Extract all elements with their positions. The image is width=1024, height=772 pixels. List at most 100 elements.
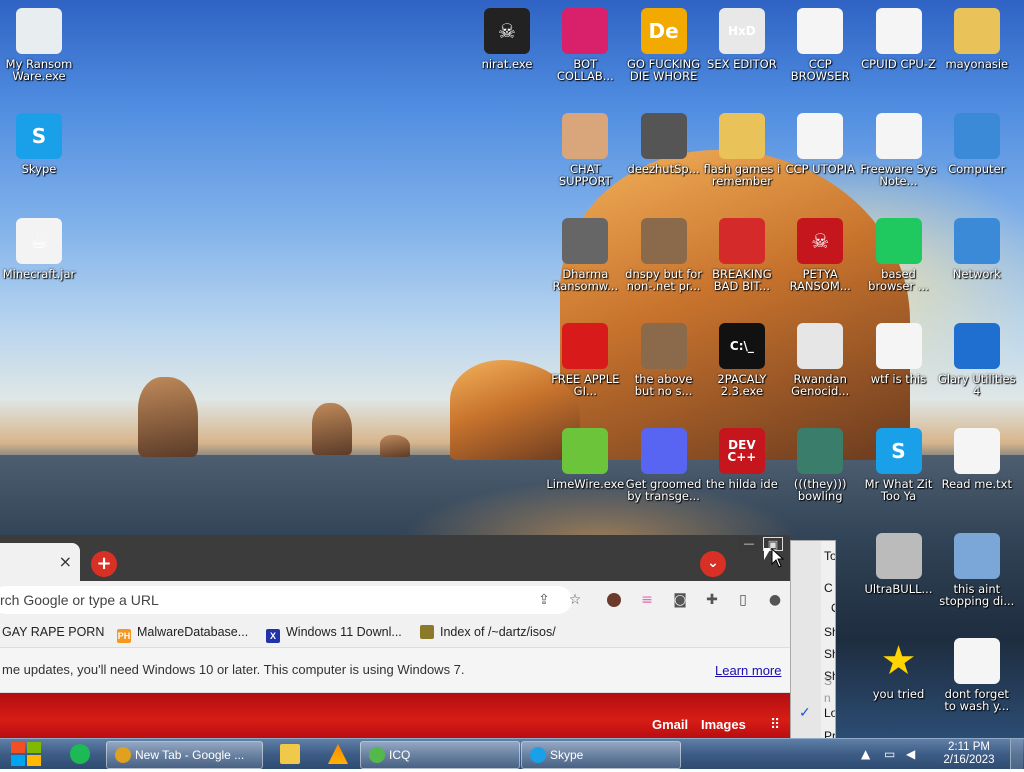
app-icon [797, 428, 844, 474]
desktop-icon-label: GO FUCKING DIE WHORE [627, 57, 701, 83]
desktop-icon[interactable]: this aint stopping di... [938, 533, 1016, 607]
desktop-icon[interactable]: DEV C++ the hilda ide [703, 428, 781, 490]
desktop-icon[interactable]: ★ you tried [860, 638, 938, 700]
desktop-icon[interactable]: Network [938, 218, 1016, 280]
taskbar-button[interactable]: ICQ [360, 741, 520, 769]
desktop-icon-label: (((they))) bowling [793, 477, 847, 503]
desktop-icon[interactable]: C:\_ 2PACALY 2.3.exe [703, 323, 781, 397]
desktop-icon-label: the hilda ide [706, 477, 778, 491]
context-menu-item[interactable]: C [824, 581, 833, 595]
context-menu-item[interactable]: Sh [824, 647, 835, 661]
show-desktop-button[interactable] [1010, 739, 1023, 769]
bookmark-item[interactable]: X Windows 11 Downl... [266, 625, 402, 643]
taskbar-button-label: New Tab - Google ... [135, 748, 245, 762]
new-tab-button[interactable]: + [91, 551, 117, 577]
desktop-icon[interactable]: CCP UTOPIA [781, 113, 859, 175]
explorer-pinned-icon[interactable] [280, 744, 300, 764]
context-menu-item[interactable]: To [824, 549, 835, 563]
desktop-icon[interactable]: flash games i remember [703, 113, 781, 187]
context-menu-item[interactable]: S [824, 674, 832, 688]
desktop-icon[interactable]: ☠ nirat.exe [468, 8, 546, 70]
app-icon [640, 113, 687, 159]
app-icon [953, 638, 1000, 684]
volume-tray-icon[interactable]: ◀ [906, 747, 915, 761]
vlc-pinned-icon[interactable] [328, 744, 348, 764]
system-clock[interactable]: 2:11 PM 2/16/2023 [938, 741, 1000, 767]
tab-close-icon[interactable]: × [59, 552, 72, 571]
desktop-icon[interactable]: S Mr What Zit Too Ya [860, 428, 938, 502]
app-icon [875, 218, 922, 264]
desktop-icon-label: Rwandan Genocid... [791, 372, 850, 398]
desktop-icon[interactable]: Computer [938, 113, 1016, 175]
desktop-icon[interactable]: BREAKING BAD BIT... [703, 218, 781, 292]
star-bookmark-icon[interactable]: ☆ [566, 591, 584, 609]
desktop-icon[interactable]: LimeWire.exe [546, 428, 624, 490]
images-link[interactable]: Images [701, 717, 746, 732]
desktop-icon[interactable]: Rwandan Genocid... [781, 323, 859, 397]
spotify-pinned-icon[interactable] [70, 744, 90, 764]
profile-icon[interactable]: ● [766, 591, 784, 609]
learn-more-link[interactable]: Learn more [715, 663, 781, 678]
desktop-icon[interactable]: based browser ... [860, 218, 938, 292]
tray-expand-icon[interactable]: ▲ [861, 747, 870, 761]
desktop-icon[interactable]: HxD SEX EDITOR [703, 8, 781, 70]
taskbar-button[interactable]: Skype [521, 741, 681, 769]
app-icon: De [640, 8, 687, 54]
desktop-icon[interactable]: CPUID CPU-Z [860, 8, 938, 70]
desktop-icon-label: Network [952, 267, 1001, 281]
network-tray-icon[interactable]: ▭ [884, 747, 895, 761]
extension-glasses-icon[interactable]: ◙ [671, 591, 689, 609]
desktop-icon[interactable]: FREE APPLE GI... [546, 323, 624, 397]
desktop-icon[interactable]: dont forget to wash y... [938, 638, 1016, 712]
desktop-icon[interactable]: Dharma Ransomw... [546, 218, 624, 292]
gmail-link[interactable]: Gmail [652, 717, 688, 732]
tab-new-tab[interactable]: × [0, 543, 80, 581]
desktop-icon[interactable]: (((they))) bowling [781, 428, 859, 502]
bookmark-item[interactable]: GAY RAPE PORN [2, 625, 104, 639]
desktop-icon[interactable]: Get groomed by transge... [625, 428, 703, 502]
app-icon [562, 8, 609, 54]
desktop-icon[interactable]: UltraBULL... [860, 533, 938, 595]
minimize-button[interactable]: — [739, 537, 759, 551]
desktop-icon[interactable]: wtf is this [860, 323, 938, 385]
extension-avatar-icon[interactable] [607, 593, 621, 607]
extensions-puzzle-icon[interactable]: ✚ [703, 591, 721, 609]
omnibox-input[interactable] [0, 586, 572, 614]
bookmark-item[interactable]: Index of /~dartz/isos/ [420, 625, 556, 639]
taskbar-button[interactable]: New Tab - Google ... [106, 741, 263, 769]
desktop-icon[interactable]: S Skype [0, 113, 78, 175]
app-icon [953, 218, 1000, 264]
app-icon [640, 218, 687, 264]
desktop-icon[interactable]: deezhutSp... [625, 113, 703, 175]
desktop-icon[interactable]: CHAT SUPPORT [546, 113, 624, 187]
apps-grid-icon[interactable]: ⠿ [770, 717, 780, 733]
share-icon[interactable]: ⇪ [535, 591, 553, 609]
desktop-icon[interactable]: the above but no s... [625, 323, 703, 397]
context-menu-item[interactable]: n [824, 691, 831, 705]
desktop-icon[interactable]: BOT COLLAB... [546, 8, 624, 82]
desktop-icon[interactable]: CCP BROWSER [781, 8, 859, 82]
context-menu-item[interactable]: OX [831, 601, 835, 615]
tab-search-dropdown-icon[interactable]: ⌄ [700, 551, 726, 577]
side-panel-icon[interactable]: ▯ [734, 591, 752, 609]
desktop-icon[interactable]: Freeware Sys Note... [860, 113, 938, 187]
desktop-icon-label: Read me.txt [941, 477, 1012, 491]
desktop-icon[interactable]: My Ransom Ware.exe [0, 8, 78, 82]
checkmark-icon: ✓ [799, 704, 811, 720]
taskbar-button-label: ICQ [389, 748, 411, 762]
context-menu-item[interactable]: Sh [824, 625, 835, 639]
desktop-icon[interactable]: dnspy but for non-.net pr... [625, 218, 703, 292]
desktop-icon[interactable]: Read me.txt [938, 428, 1016, 490]
desktop-icon[interactable]: ☠ PETYA RANSOM... [781, 218, 859, 292]
desktop-icon[interactable]: mayonasie [938, 8, 1016, 70]
context-menu-item[interactable]: Lo [824, 706, 835, 720]
desktop-icon[interactable]: ☕ Minecraft.jar [0, 218, 78, 280]
desktop-icon[interactable]: De GO FUCKING DIE WHORE [625, 8, 703, 82]
start-button[interactable] [8, 740, 44, 768]
desktop-icon-label: Dharma Ransomw... [552, 267, 619, 293]
sea-stack-middle [312, 403, 352, 455]
bookmark-item[interactable]: PH MalwareDatabase... [117, 625, 248, 643]
desktop-icon[interactable]: Glary Utilities 4 [938, 323, 1016, 397]
context-menu: ToCOXShShShSnLoPr ✓ [790, 540, 836, 740]
extension-flag-icon[interactable]: ≡ [638, 591, 656, 609]
